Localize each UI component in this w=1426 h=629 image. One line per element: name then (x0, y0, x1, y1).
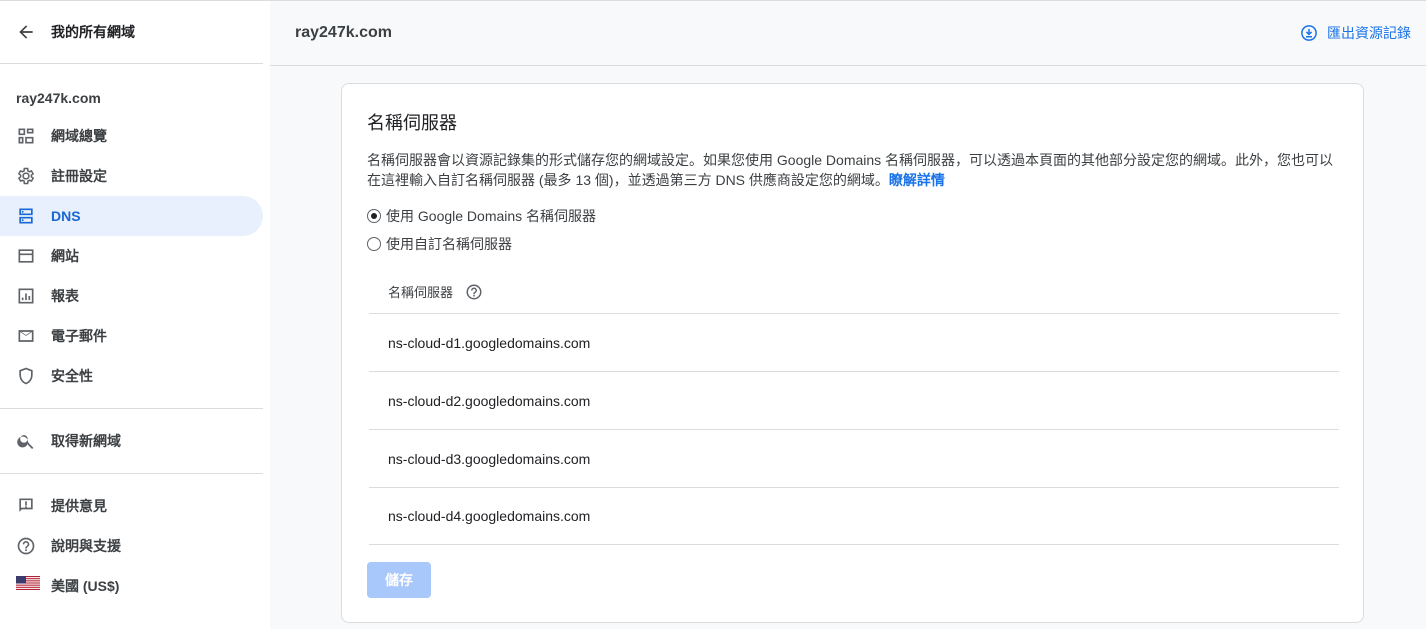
sidebar-item-label: 安全性 (51, 368, 93, 384)
save-button[interactable]: 儲存 (367, 562, 431, 598)
table-row: ns-cloud-d4.googledomains.com (369, 487, 1339, 545)
sidebar-item-label: 網域總覽 (51, 128, 107, 144)
table-row: ns-cloud-d1.googledomains.com (369, 313, 1339, 371)
download-icon (1300, 24, 1318, 42)
feedback-icon (16, 496, 36, 516)
radio-unchecked[interactable] (367, 237, 381, 251)
search-label: 取得新網域 (51, 433, 121, 449)
footer-item-label: 美國 (US$) (51, 578, 120, 594)
back-to-domains-link[interactable]: 我的所有網域 (0, 1, 263, 64)
option-label: 使用 Google Domains 名稱伺服器 (386, 208, 597, 224)
export-label: 匯出資源記錄 (1327, 25, 1411, 41)
card-title: 名稱伺服器 (367, 113, 457, 133)
nameserver-value: ns-cloud-d1.googledomains.com (388, 334, 591, 351)
help-support-link[interactable]: 說明與支援 (0, 526, 263, 566)
sidebar-item-reports[interactable]: 報表 (0, 276, 263, 316)
nameserver-value: ns-cloud-d2.googledomains.com (388, 392, 591, 409)
us-flag-icon (16, 576, 40, 596)
footer-item-label: 說明與支援 (51, 538, 121, 554)
custom-nameservers-option[interactable]: 使用自訂名稱伺服器 (367, 234, 512, 254)
sidebar-item-label: 電子郵件 (51, 328, 107, 344)
top-bar: ray247k.com 匯出資源記錄 (270, 1, 1426, 66)
feedback-link[interactable]: 提供意見 (0, 486, 263, 526)
sidebar-item-label: DNS (51, 208, 81, 224)
description-text: 名稱伺服器會以資源記錄集的形式儲存您的網域設定。如果您使用 Google Dom… (367, 152, 1334, 188)
card-description: 名稱伺服器會以資源記錄集的形式儲存您的網域設定。如果您使用 Google Dom… (367, 150, 1342, 190)
sidebar-item-dns[interactable]: DNS (0, 196, 263, 236)
export-records-button[interactable]: 匯出資源記錄 (1300, 23, 1411, 43)
nameserver-value: ns-cloud-d3.googledomains.com (388, 450, 591, 467)
sidebar-item-registration[interactable]: 註冊設定 (0, 156, 263, 196)
footer-section: 提供意見 說明與支援 美國 (US$) (0, 474, 263, 618)
back-label: 我的所有網域 (51, 24, 135, 40)
sidebar-item-security[interactable]: 安全性 (0, 356, 263, 396)
sidebar-item-label: 網站 (51, 248, 79, 264)
region-currency-link[interactable]: 美國 (US$) (0, 566, 263, 606)
dashboard-icon (16, 126, 36, 146)
mail-icon (16, 326, 36, 346)
get-new-domain-link[interactable]: 取得新網域 (0, 421, 263, 461)
search-icon (16, 431, 36, 451)
shield-icon (16, 366, 36, 386)
nameserver-value: ns-cloud-d4.googledomains.com (388, 508, 591, 524)
main-content: ray247k.com 匯出資源記錄 名稱伺服器 名稱伺服器會以資源記錄集的形式… (270, 1, 1426, 629)
sidebar-item-website[interactable]: 網站 (0, 236, 263, 276)
page-title: ray247k.com (295, 24, 392, 41)
google-nameservers-option[interactable]: 使用 Google Domains 名稱伺服器 (367, 206, 596, 226)
sidebar-item-overview[interactable]: 網域總覽 (0, 116, 263, 156)
table-row: ns-cloud-d3.googledomains.com (369, 429, 1339, 487)
nameservers-table: ns-cloud-d1.googledomains.com ns-cloud-d… (369, 313, 1339, 545)
chart-icon (16, 286, 36, 306)
nameservers-table-header: 名稱伺服器 (388, 282, 483, 301)
sidebar-item-email[interactable]: 電子郵件 (0, 316, 263, 356)
arrow-back-icon (16, 22, 36, 42)
radio-checked[interactable] (367, 209, 381, 223)
help-icon (16, 536, 36, 556)
sidebar-item-label: 報表 (51, 288, 79, 304)
footer-item-label: 提供意見 (51, 498, 107, 514)
sidebar-item-label: 註冊設定 (51, 168, 107, 184)
table-row: ns-cloud-d2.googledomains.com (369, 371, 1339, 429)
learn-more-link[interactable]: 瞭解詳情 (889, 172, 945, 188)
option-label: 使用自訂名稱伺服器 (386, 236, 512, 252)
help-circle-icon[interactable] (465, 283, 483, 301)
nameservers-card: 名稱伺服器 名稱伺服器會以資源記錄集的形式儲存您的網域設定。如果您使用 Goog… (341, 83, 1364, 623)
column-header: 名稱伺服器 (388, 285, 454, 300)
sidebar: 我的所有網域 ray247k.com 網域總覽 註冊設定 DNS 網站 報表 電… (0, 1, 263, 629)
gear-icon (16, 166, 36, 186)
sidebar-domain-name: ray247k.com (16, 90, 101, 106)
search-section: 取得新網域 (0, 409, 263, 473)
website-icon (16, 246, 36, 266)
dns-icon (16, 206, 36, 226)
